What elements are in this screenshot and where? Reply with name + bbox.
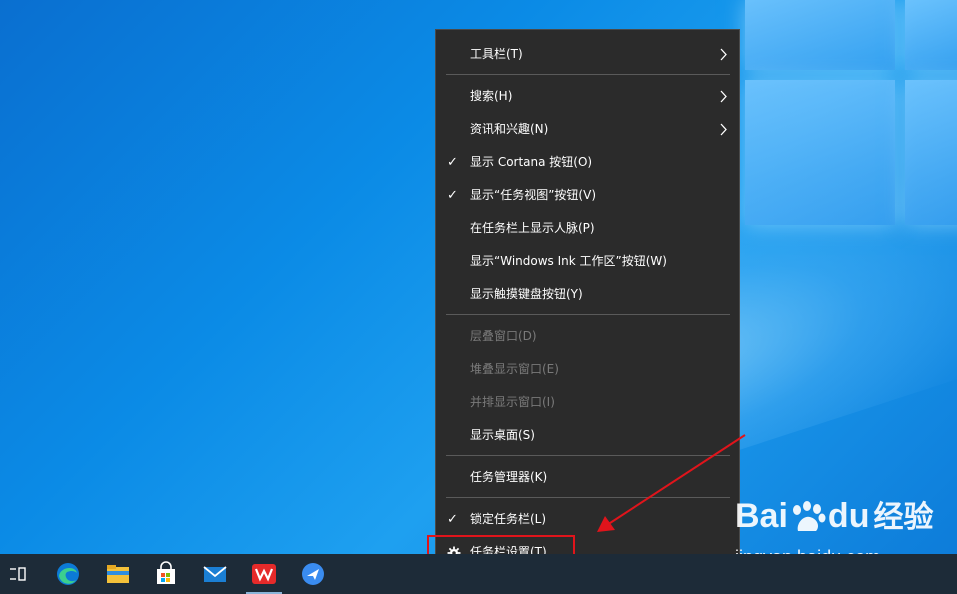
menu-item-label: 显示触摸键盘按钮(Y) [470,287,583,301]
menu-separator [446,74,730,75]
chevron-right-icon [720,48,727,61]
menu-item-label: 显示“任务视图”按钮(V) [470,188,597,202]
menu-item-label: 工具栏(T) [470,47,523,61]
menu-item-label: 并排显示窗口(I) [470,395,555,409]
menu-item-cascade-windows: 层叠窗口(D) [436,320,739,353]
edge-icon[interactable] [55,561,81,587]
menu-item-show-cortana-button[interactable]: ✓ 显示 Cortana 按钮(O) [436,146,739,179]
mail-icon[interactable] [202,561,228,587]
menu-item-show-touch-keyboard-button[interactable]: 显示触摸键盘按钮(Y) [436,278,739,311]
menu-item-label: 堆叠显示窗口(E) [470,362,559,376]
desktop[interactable]: 工具栏(T) 搜索(H) 资讯和兴趣(N) ✓ 显示 Cortana 按钮(O)… [0,0,957,594]
watermark-brand-cn: 经验 [873,501,934,534]
menu-item-label: 显示 Cortana 按钮(O) [470,155,593,169]
file-explorer-icon[interactable] [105,561,131,587]
menu-item-stack-windows: 堆叠显示窗口(E) [436,353,739,386]
menu-item-show-people[interactable]: 在任务栏上显示人脉(P) [436,212,739,245]
menu-item-search[interactable]: 搜索(H) [436,80,739,113]
checkmark-icon: ✓ [447,155,458,170]
watermark-brand-prefix: Bai [735,497,788,535]
menu-item-show-windows-ink-button[interactable]: 显示“Windows Ink 工作区”按钮(W) [436,245,739,278]
checkmark-icon: ✓ [447,512,458,527]
menu-item-label: 任务管理器(K) [470,470,548,484]
menu-item-news-and-interests[interactable]: 资讯和兴趣(N) [436,113,739,146]
menu-separator [446,314,730,315]
watermark-brand: Bai du 经验 [735,492,933,536]
menu-item-label: 锁定任务栏(L) [470,512,547,526]
menu-item-label: 资讯和兴趣(N) [470,122,549,136]
baidu-paw-icon [792,501,826,532]
store-icon[interactable] [153,561,179,587]
menu-item-toolbars[interactable]: 工具栏(T) [436,38,739,71]
feishu-icon[interactable] [300,561,326,587]
menu-item-label: 在任务栏上显示人脉(P) [470,221,595,235]
task-view-icon[interactable] [5,561,31,587]
watermark-brand-suffix: du [827,497,870,535]
red-arrow-annotation [597,434,746,532]
windows-logo-wallpaper [745,0,957,240]
menu-item-label: 搜索(H) [470,89,513,103]
menu-item-show-task-view-button[interactable]: ✓ 显示“任务视图”按钮(V) [436,179,739,212]
taskbar[interactable] [0,554,957,594]
chevron-right-icon [720,90,727,103]
wps-icon[interactable] [251,561,277,587]
menu-item-label: 显示“Windows Ink 工作区”按钮(W) [470,254,667,268]
menu-item-label: 层叠窗口(D) [470,329,537,343]
menu-item-label: 显示桌面(S) [470,428,535,442]
checkmark-icon: ✓ [447,188,458,203]
menu-item-side-by-side-windows: 并排显示窗口(I) [436,386,739,419]
chevron-right-icon [720,123,727,136]
